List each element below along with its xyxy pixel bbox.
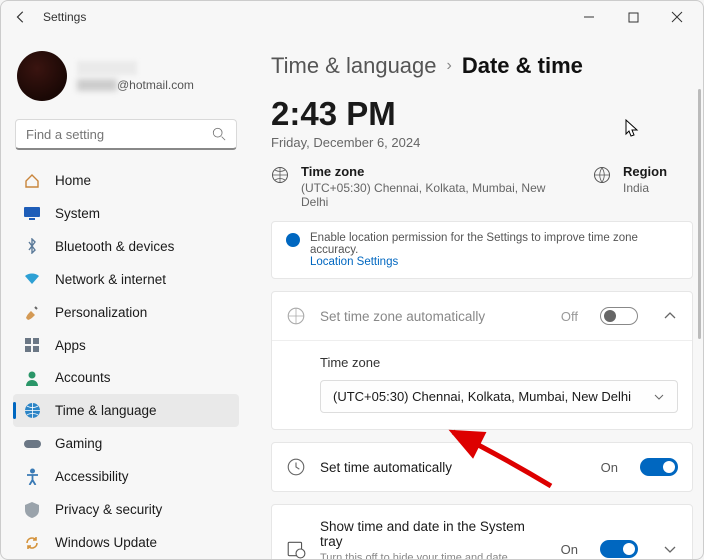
wifi-icon (23, 270, 41, 288)
bluetooth-icon (23, 237, 41, 255)
region-label: Region (623, 164, 667, 179)
set-time-auto-toggle[interactable] (640, 458, 678, 476)
profile-block[interactable]: @hotmail.com (13, 41, 239, 115)
set-timezone-auto-row[interactable]: Set time zone automatically Off (272, 292, 692, 340)
sidebar-item-accessibility[interactable]: Accessibility (13, 460, 239, 493)
show-time-tray-row[interactable]: Show time and date in the System tray Tu… (272, 505, 692, 559)
apps-icon (23, 336, 41, 354)
location-info-banner: Enable location permission for the Setti… (271, 221, 693, 279)
sidebar-item-system[interactable]: System (13, 197, 239, 230)
sidebar-item-privacy[interactable]: Privacy & security (13, 493, 239, 526)
main-content: Time & language › Date & time 2:43 PM Fr… (249, 33, 703, 559)
timezone-value: (UTC+05:30) Chennai, Kolkata, Mumbai, Ne… (301, 181, 573, 209)
avatar (17, 51, 67, 101)
current-time: 2:43 PM (271, 95, 693, 133)
breadcrumb-parent[interactable]: Time & language (271, 53, 437, 79)
show-time-tray-toggle[interactable] (600, 540, 638, 558)
update-icon (23, 534, 41, 552)
chevron-down-icon[interactable] (662, 541, 678, 557)
sidebar-item-accounts[interactable]: Accounts (13, 362, 239, 395)
timezone-dropdown[interactable]: (UTC+05:30) Chennai, Kolkata, Mumbai, Ne… (320, 380, 678, 413)
shield-icon (23, 501, 41, 519)
set-timezone-auto-label: Set time zone automatically (320, 309, 547, 324)
sidebar-item-apps[interactable]: Apps (13, 329, 239, 362)
sidebar-item-personalization[interactable]: Personalization (13, 296, 239, 329)
scrollbar[interactable] (698, 89, 701, 339)
clock-icon (286, 457, 306, 477)
page-title: Date & time (462, 53, 583, 79)
show-time-tray-label: Show time and date in the System tray (320, 519, 547, 549)
search-input[interactable] (15, 119, 237, 150)
system-icon (23, 204, 41, 222)
current-date: Friday, December 6, 2024 (271, 135, 693, 150)
set-time-auto-row[interactable]: Set time automatically On (272, 443, 692, 491)
globe-icon (593, 166, 611, 184)
brush-icon (23, 303, 41, 321)
search-field[interactable] (26, 127, 212, 142)
sidebar-item-time-language[interactable]: Time & language (13, 394, 239, 427)
region-value: India (623, 181, 667, 195)
chevron-right-icon: › (447, 57, 452, 75)
user-email: @hotmail.com (77, 78, 194, 92)
calendar-clock-icon (286, 539, 306, 559)
chevron-down-icon (653, 391, 665, 403)
set-timezone-auto-toggle[interactable] (600, 307, 638, 325)
set-time-auto-label: Set time automatically (320, 460, 587, 475)
accessibility-icon (23, 468, 41, 486)
timezone-label: Time zone (301, 164, 573, 179)
sidebar-item-gaming[interactable]: Gaming (13, 427, 239, 460)
info-icon (286, 233, 300, 247)
gaming-icon (23, 435, 41, 453)
back-button[interactable] (5, 1, 37, 33)
sidebar-item-network[interactable]: Network & internet (13, 263, 239, 296)
sidebar-nav: Home System Bluetooth & devices Network … (13, 164, 239, 559)
user-name-redacted (77, 61, 137, 75)
maximize-button[interactable] (611, 2, 655, 32)
globe-icon (271, 166, 289, 184)
person-icon (23, 369, 41, 387)
sidebar-item-home[interactable]: Home (13, 164, 239, 197)
location-settings-link[interactable]: Location Settings (310, 256, 398, 268)
globe-clock-icon (23, 402, 41, 420)
timezone-dropdown-label: Time zone (320, 355, 678, 370)
close-button[interactable] (655, 2, 699, 32)
show-time-tray-desc: Turn this off to hide your time and date… (320, 551, 547, 559)
sidebar-item-bluetooth[interactable]: Bluetooth & devices (13, 230, 239, 263)
minimize-button[interactable] (567, 2, 611, 32)
home-icon (23, 172, 41, 190)
window-title: Settings (43, 10, 86, 24)
search-icon (212, 127, 226, 141)
chevron-up-icon[interactable] (662, 308, 678, 324)
globe-icon (286, 306, 306, 326)
sidebar-item-windows-update[interactable]: Windows Update (13, 526, 239, 559)
breadcrumb: Time & language › Date & time (271, 47, 693, 79)
